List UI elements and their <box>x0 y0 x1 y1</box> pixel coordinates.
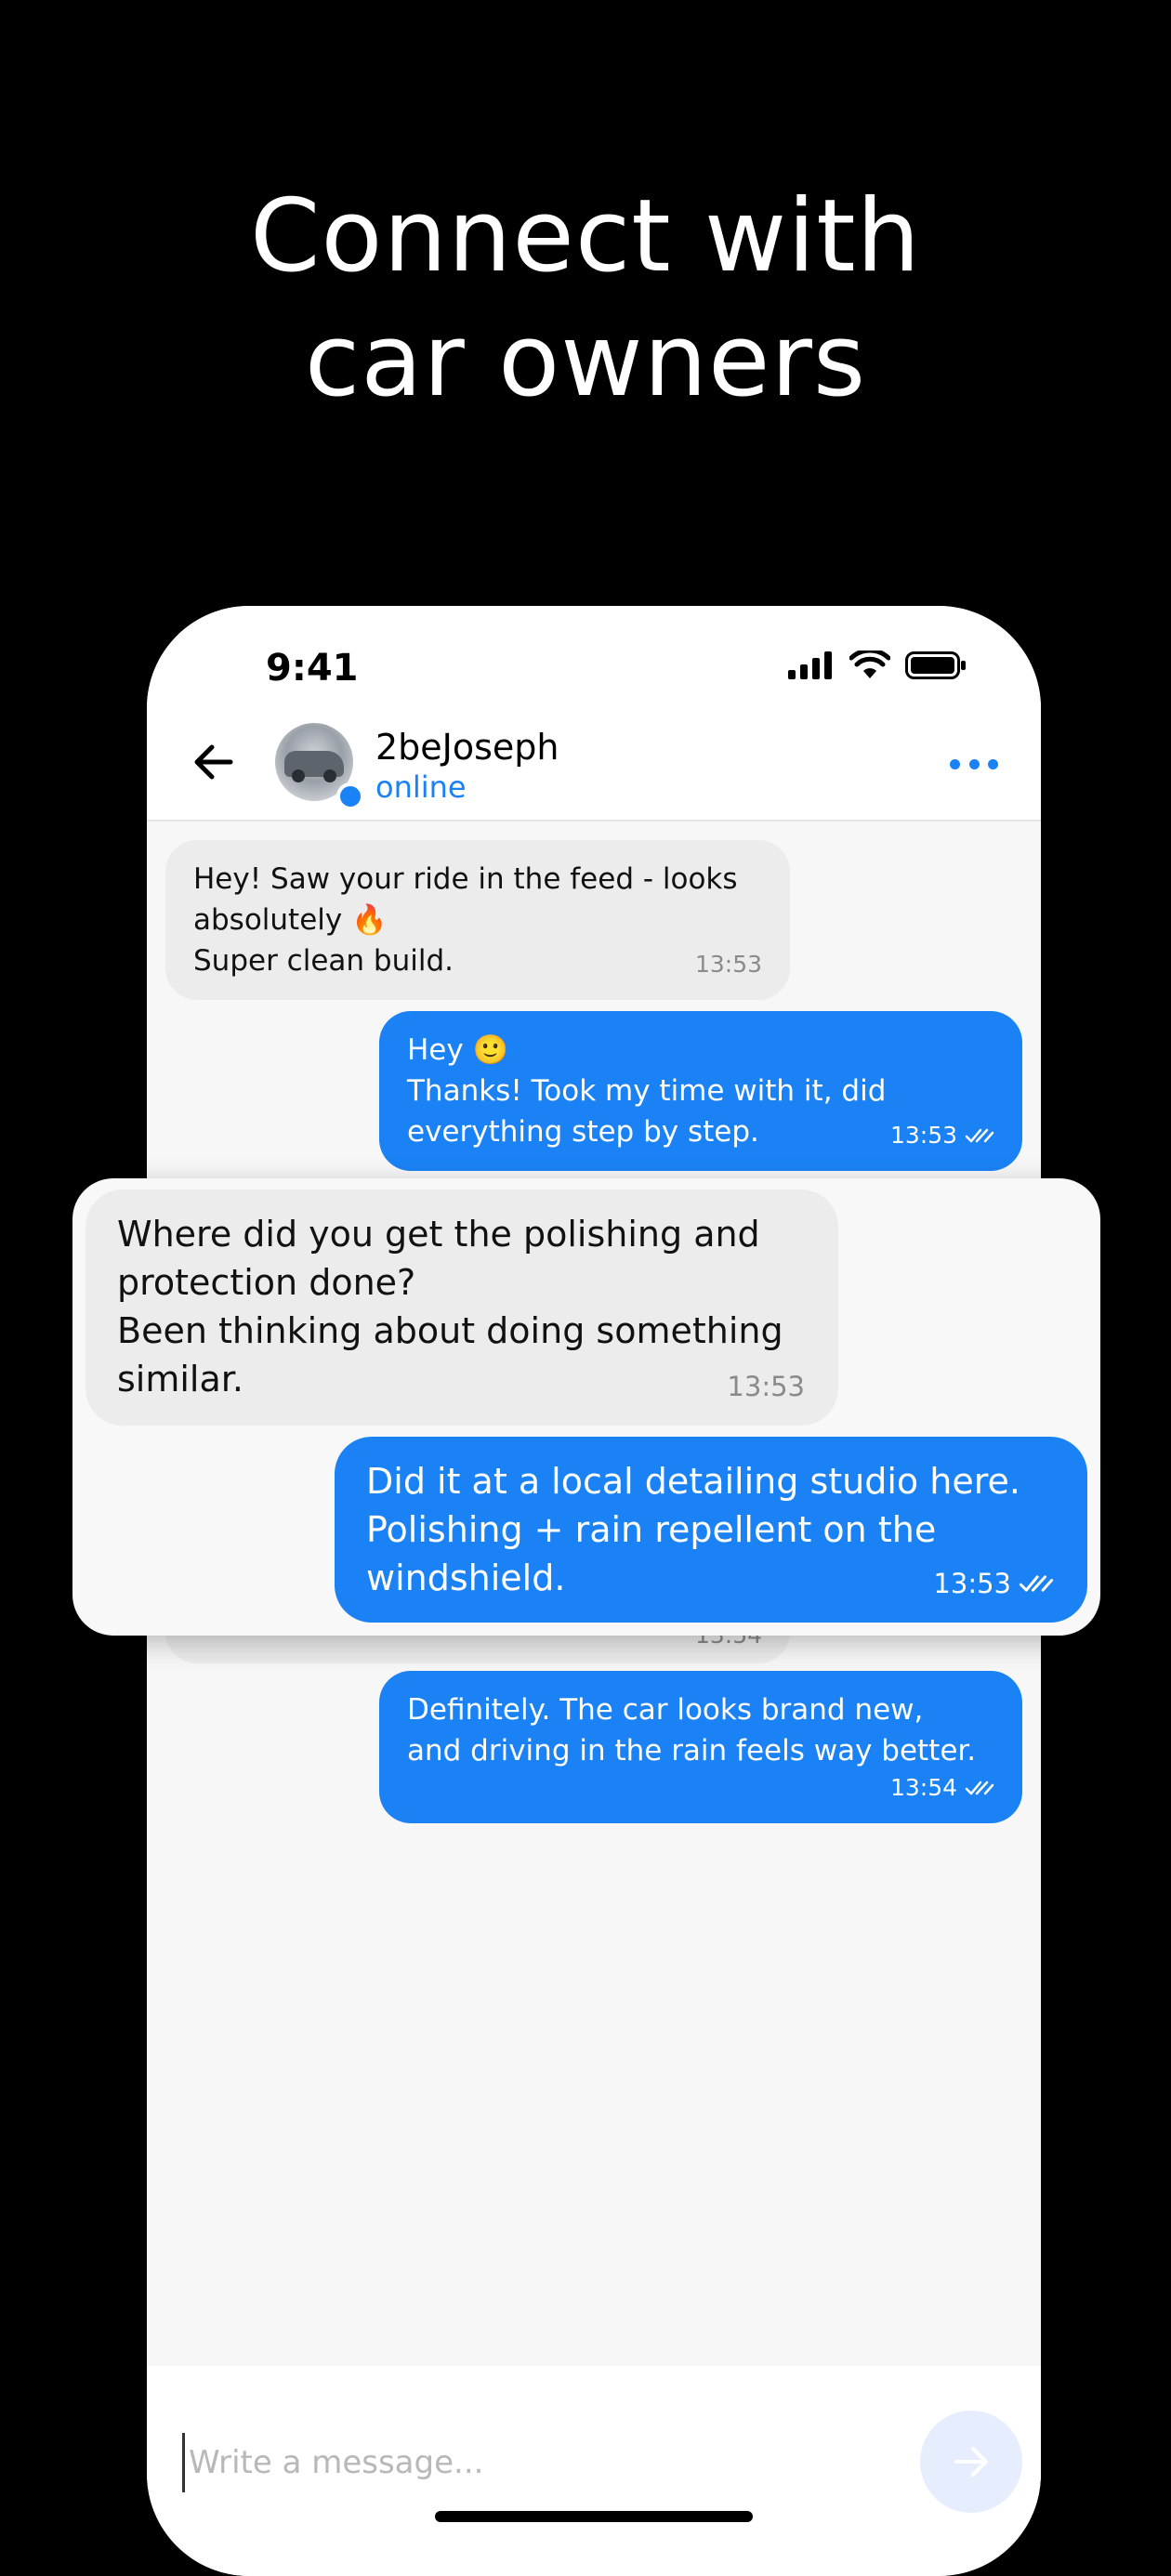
status-bar: 9:41 <box>147 606 1041 708</box>
contact-name[interactable]: 2beJoseph <box>375 727 559 768</box>
more-dot-icon <box>988 758 998 769</box>
message-text: Hey 🙂 <box>407 1033 509 1067</box>
message-text: Definitely. The car looks brand new, <box>407 1693 924 1727</box>
message-time: 13:53 <box>727 1371 805 1402</box>
send-arrow-icon <box>954 2447 988 2477</box>
highlighted-messages-card: Where did you get the polishing and prot… <box>72 1178 1100 1636</box>
message-text: protection done? <box>117 1262 416 1303</box>
contact-status: online <box>375 769 467 805</box>
message-bubble-incoming[interactable]: Hey! Saw your ride in the feed - looks a… <box>165 840 790 1000</box>
message-input[interactable] <box>182 2433 895 2492</box>
message-time: 13:53 <box>890 1123 994 1149</box>
send-button[interactable] <box>920 2411 1022 2513</box>
wifi-icon <box>849 651 890 678</box>
message-text: Super clean build. <box>193 944 454 978</box>
message-time: 13:53 <box>933 1571 1054 1597</box>
message-text: Did it at a local detailing studio here. <box>366 1461 1020 1502</box>
more-dot-icon <box>968 758 980 769</box>
chat-header: 2beJoseph online <box>147 708 1041 821</box>
signal-icon <box>788 651 832 679</box>
more-dot-icon <box>950 758 960 769</box>
headline: Connect with car owners <box>0 175 1171 424</box>
headline-line-1: Connect with <box>249 178 921 295</box>
more-options-button[interactable] <box>950 756 998 771</box>
battery-icon <box>905 651 966 679</box>
back-arrow-icon <box>194 744 233 780</box>
message-bubble-outgoing[interactable]: Definitely. The car looks brand new, and… <box>379 1671 1022 1823</box>
double-check-icon <box>965 1128 994 1143</box>
message-text: Polishing + rain repellent on the <box>366 1509 937 1550</box>
message-text: absolutely 🔥 <box>193 903 388 937</box>
message-bubble-incoming[interactable]: Where did you get the polishing and prot… <box>86 1189 838 1426</box>
message-text: Hey! Saw your ride in the feed - looks <box>193 862 738 896</box>
message-composer <box>147 2366 1041 2576</box>
message-bubble-outgoing[interactable]: Hey 🙂 Thanks! Took my time with it, did … <box>379 1011 1022 1171</box>
message-text: Been thinking about doing something <box>117 1310 783 1351</box>
message-time: 13:54 <box>890 1775 994 1801</box>
double-check-icon <box>965 1781 994 1795</box>
message-bubble-outgoing[interactable]: Did it at a local detailing studio here.… <box>335 1437 1087 1623</box>
home-indicator <box>435 2511 753 2522</box>
message-text: and driving in the rain feels way better… <box>407 1734 977 1768</box>
online-indicator <box>336 782 364 810</box>
message-text: Where did you get the polishing and <box>117 1214 760 1255</box>
headline-line-2: car owners <box>304 303 867 419</box>
message-text: Thanks! Took my time with it, did <box>407 1074 887 1108</box>
status-time: 9:41 <box>266 647 359 690</box>
back-button[interactable] <box>188 736 240 788</box>
status-icons <box>788 651 967 680</box>
double-check-icon <box>1019 1575 1054 1592</box>
message-time: 13:53 <box>694 951 762 978</box>
message-text: similar. <box>117 1359 243 1400</box>
